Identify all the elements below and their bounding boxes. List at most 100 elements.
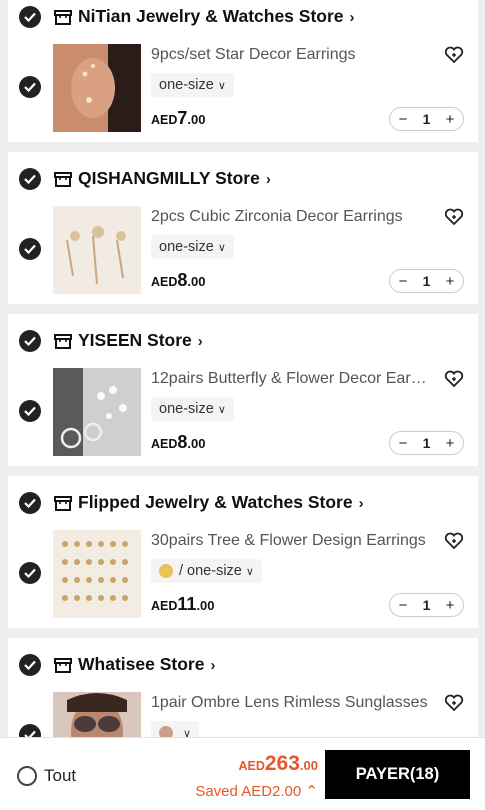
item-select-checkbox[interactable] [19, 562, 41, 584]
product-price: AED7.00 [151, 108, 206, 129]
check-icon [24, 730, 36, 737]
store-name[interactable]: Flipped Jewelry & Watches Store [78, 492, 353, 512]
price-currency: AED [151, 275, 178, 289]
quantity-stepper: − 1 + [389, 431, 464, 455]
check-icon [24, 174, 36, 184]
quantity-value[interactable]: 1 [423, 273, 431, 289]
decrease-button[interactable]: − [396, 597, 410, 614]
price-integer: 8 [177, 270, 188, 290]
chevron-down-icon: ∨ [245, 565, 254, 578]
decrease-button[interactable]: − [396, 273, 410, 290]
store-icon [54, 334, 72, 349]
price-currency: AED [151, 113, 178, 127]
quantity-stepper: − 1 + [389, 269, 464, 293]
store-select-checkbox[interactable] [19, 168, 41, 190]
store-icon [54, 496, 72, 511]
variant-label: / one-size [179, 563, 242, 579]
chevron-right-icon[interactable]: › [350, 9, 355, 26]
heart-plus-icon[interactable] [444, 694, 464, 712]
chevron-right-icon[interactable]: › [198, 333, 203, 350]
increase-button[interactable]: + [443, 597, 457, 614]
product-thumbnail[interactable] [53, 692, 141, 737]
earring-photo-icon [53, 206, 141, 294]
store-select-checkbox[interactable] [19, 492, 41, 514]
check-icon [24, 660, 36, 670]
price-decimal: .00 [196, 598, 215, 613]
product-title[interactable]: 9pcs/set Star Decor Earrings [151, 46, 429, 64]
item-select-checkbox[interactable] [19, 400, 41, 422]
variant-selector[interactable]: one-size ∨ [151, 73, 234, 97]
chevron-right-icon[interactable]: › [266, 171, 271, 188]
store-name[interactable]: Whatisee Store [78, 654, 204, 674]
store-header[interactable]: Flipped Jewelry & Watches Store › [8, 486, 478, 522]
cart-list: NiTian Jewelry & Watches Store › 9pcs/set… [0, 0, 485, 737]
variant-label: one-size [159, 77, 214, 93]
product-title[interactable]: 1pair Ombre Lens Rimless Sunglasses [151, 694, 429, 712]
chevron-down-icon: ∨ [217, 79, 226, 92]
store-card: NiTian Jewelry & Watches Store › 9pcs/set… [8, 0, 478, 142]
heart-plus-icon[interactable] [444, 370, 464, 388]
earring-photo-icon [53, 530, 141, 618]
product-price: AED8.00 [151, 432, 206, 453]
total-currency: AED [238, 759, 265, 773]
select-all-radio[interactable] [17, 766, 37, 786]
heart-plus-icon[interactable] [444, 532, 464, 550]
item-select-checkbox[interactable] [19, 724, 41, 737]
store-icon [54, 10, 72, 25]
quantity-value[interactable]: 1 [423, 597, 431, 613]
check-icon [24, 12, 36, 22]
check-icon [24, 406, 36, 416]
select-all-label[interactable]: Tout [44, 766, 76, 786]
total-integer: 263 [264, 752, 300, 775]
product-title[interactable]: 2pcs Cubic Zirconia Decor Earrings [151, 208, 429, 226]
variant-selector[interactable]: one-size ∨ [151, 397, 234, 421]
variant-selector[interactable]: / one-size ∨ [151, 559, 262, 583]
total-price: AED263.00 [238, 752, 318, 776]
sunglasses-photo-icon [53, 692, 141, 737]
heart-plus-icon[interactable] [444, 208, 464, 226]
store-header[interactable]: YISEEN Store › [8, 324, 478, 360]
store-header[interactable]: Whatisee Store › [8, 648, 478, 684]
product-price: AED8.00 [151, 270, 206, 291]
item-select-checkbox[interactable] [19, 76, 41, 98]
store-name[interactable]: NiTian Jewelry & Watches Store [78, 6, 344, 26]
chevron-up-icon: ⌃ [305, 783, 318, 800]
price-decimal: .00 [187, 436, 206, 451]
store-select-checkbox[interactable] [19, 6, 41, 28]
store-name[interactable]: YISEEN Store [78, 330, 192, 350]
chevron-right-icon[interactable]: › [210, 657, 215, 674]
decrease-button[interactable]: − [396, 435, 410, 452]
store-icon [54, 658, 72, 673]
store-select-checkbox[interactable] [19, 330, 41, 352]
increase-button[interactable]: + [443, 111, 457, 128]
quantity-value[interactable]: 1 [423, 111, 431, 127]
total-decimal: .00 [299, 758, 318, 773]
heart-plus-icon[interactable] [444, 46, 464, 64]
saved-label: Saved AED2.00 [195, 783, 302, 800]
check-icon [24, 244, 36, 254]
check-icon [24, 82, 36, 92]
increase-button[interactable]: + [443, 273, 457, 290]
product-thumbnail[interactable] [53, 368, 141, 456]
product-title[interactable]: 30pairs Tree & Flower Design Earrings [151, 532, 429, 550]
earring-photo-icon [53, 368, 141, 456]
product-thumbnail[interactable] [53, 44, 141, 132]
decrease-button[interactable]: − [396, 111, 410, 128]
increase-button[interactable]: + [443, 435, 457, 452]
store-select-checkbox[interactable] [19, 654, 41, 676]
pay-button[interactable]: PAYER(18) [325, 750, 470, 799]
product-thumbnail[interactable] [53, 206, 141, 294]
store-header[interactable]: QISHANGMILLY Store › [8, 162, 478, 198]
store-name[interactable]: QISHANGMILLY Store [78, 168, 260, 188]
variant-selector[interactable]: one-size ∨ [151, 235, 234, 259]
check-icon [24, 336, 36, 346]
variant-selector[interactable]: ∨ [151, 721, 200, 737]
item-select-checkbox[interactable] [19, 238, 41, 260]
quantity-value[interactable]: 1 [423, 435, 431, 451]
price-decimal: .00 [187, 274, 206, 289]
product-title[interactable]: 12pairs Butterfly & Flower Decor Earring… [151, 370, 429, 388]
product-thumbnail[interactable] [53, 530, 141, 618]
chevron-right-icon[interactable]: › [359, 495, 364, 512]
store-header[interactable]: NiTian Jewelry & Watches Store › [8, 0, 478, 36]
saved-amount[interactable]: Saved AED2.00 ⌃ [195, 782, 318, 800]
